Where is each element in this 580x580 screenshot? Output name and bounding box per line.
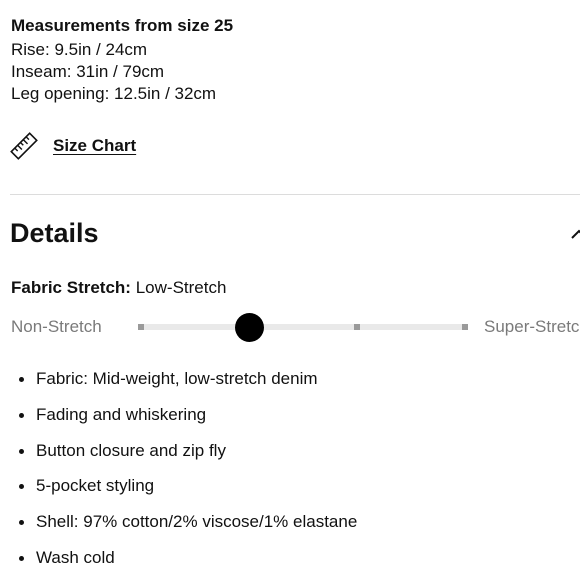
bullet-dot-icon	[19, 555, 24, 561]
detail-bullet-text: Button closure and zip fly	[36, 440, 226, 460]
fabric-stretch-label: Fabric Stretch:	[11, 278, 131, 297]
detail-bullet-text: Fading and whiskering	[36, 404, 207, 424]
details-title: Details	[10, 218, 99, 248]
measurement-leg-opening: Leg opening: 12.5in / 32cm	[11, 84, 217, 103]
stretch-scale-track	[140, 324, 468, 330]
product-info-panel: Measurements from size 25 Rise: 9.5in / …	[0, 0, 580, 580]
detail-bullet-item: Wash cold	[11, 547, 357, 580]
stretch-scale-indicator	[234, 313, 264, 342]
bullet-dot-icon	[19, 412, 24, 418]
size-chart-label[interactable]: Size Chart	[53, 132, 136, 160]
detail-bullet-text: 5-pocket styling	[36, 476, 155, 496]
bullet-dot-icon	[19, 377, 24, 382]
bullet-dot-icon	[19, 520, 24, 526]
measurement-rise: Rise: 9.5in / 24cm	[11, 40, 148, 59]
details-accordion-header[interactable]: Details	[10, 214, 580, 254]
size-chart-link[interactable]: Size Chart	[10, 132, 136, 160]
section-divider	[10, 194, 580, 195]
chevron-up-icon[interactable]	[571, 226, 580, 244]
measurement-inseam: Inseam: 31in / 79cm	[11, 62, 165, 81]
stretch-scale-tick	[354, 324, 360, 330]
stretch-scale-tick	[138, 324, 144, 330]
fabric-stretch-value: Low-Stretch	[135, 278, 227, 297]
detail-bullet-item: Fading and whiskering	[11, 404, 357, 440]
bullet-dot-icon	[19, 448, 24, 454]
stretch-scale-tick	[462, 324, 468, 330]
detail-bullet-text: Shell: 97% cotton/2% viscose/1% elastane	[36, 512, 358, 532]
measurements-title: Measurements from size 25	[11, 16, 234, 35]
bullet-dot-icon	[19, 484, 24, 490]
detail-bullet-item: Shell: 97% cotton/2% viscose/1% elastane	[11, 511, 357, 547]
detail-bullet-item: Button closure and zip fly	[11, 440, 357, 476]
detail-bullet-item: Fabric: Mid-weight, low-stretch denim	[11, 368, 357, 404]
fabric-stretch-row: Fabric Stretch: Low-Stretch	[11, 277, 226, 299]
detail-bullet-text: Wash cold	[36, 547, 115, 567]
details-bullet-list: Fabric: Mid-weight, low-stretch denim Fad…	[11, 368, 357, 580]
stretch-scale-max-label: Super-Stretch	[484, 317, 580, 336]
detail-bullet-item: 5-pocket styling	[11, 475, 357, 511]
ruler-icon	[10, 132, 38, 160]
stretch-scale-min-label: Non-Stretch	[11, 317, 102, 336]
detail-bullet-text: Fabric: Mid-weight, low-stretch denim	[36, 369, 318, 388]
